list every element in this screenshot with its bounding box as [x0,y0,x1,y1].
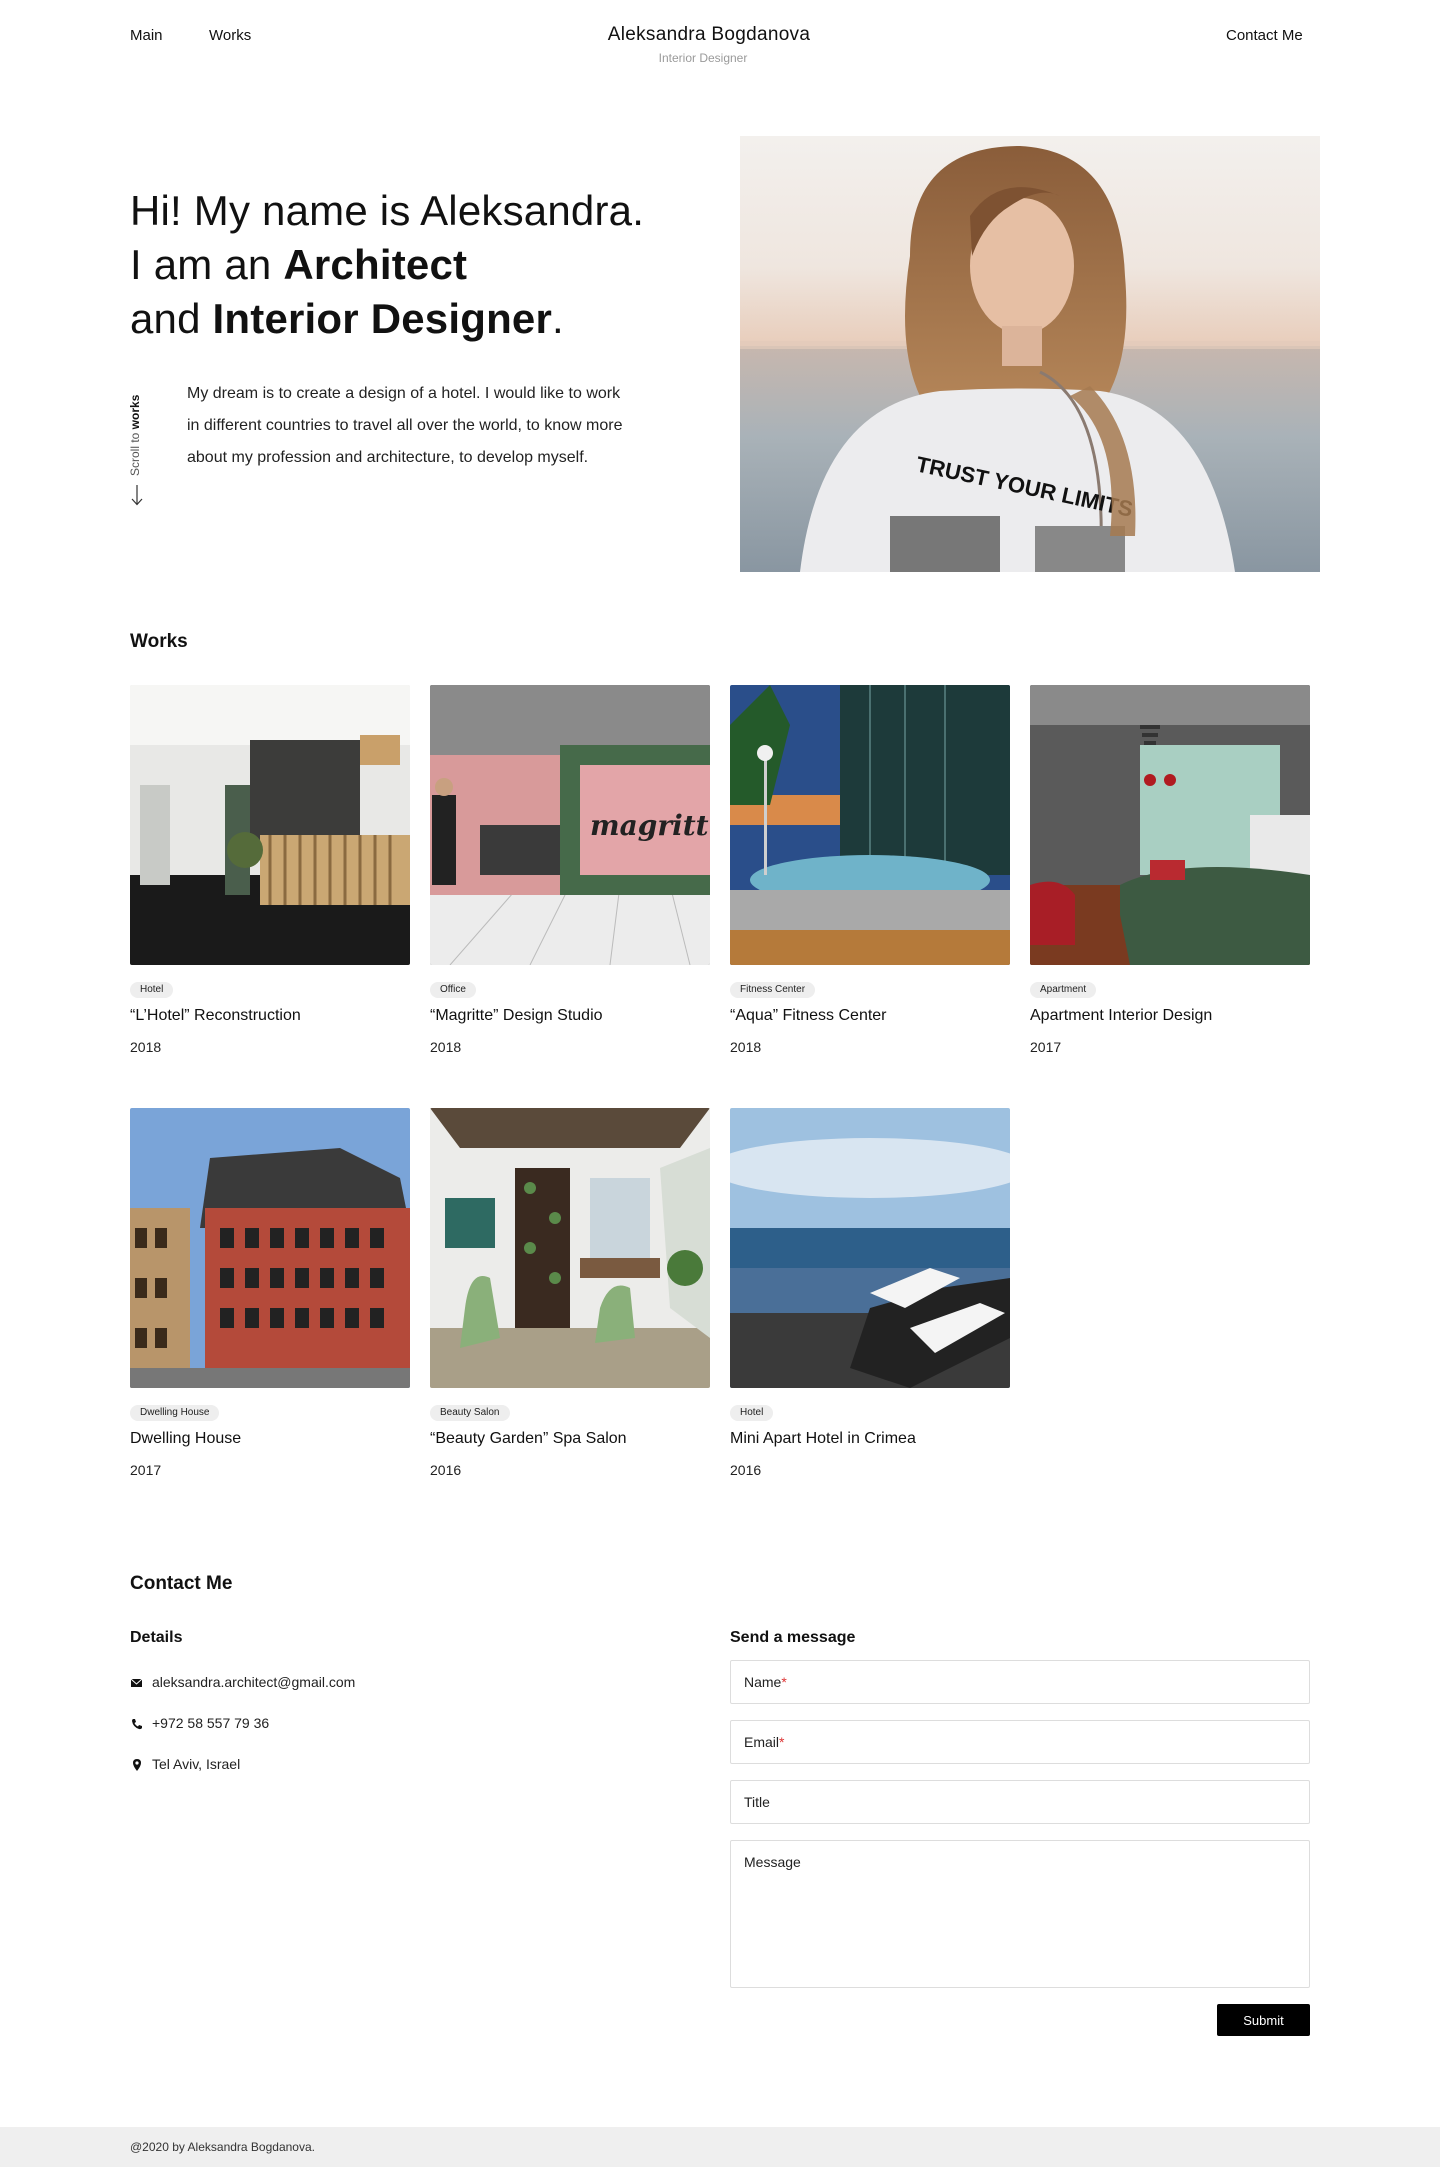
contact-phone[interactable]: +972 58 557 79 36 [152,1715,269,1731]
map-pin-icon [133,1759,141,1771]
scroll-label-prefix: Scroll to [128,429,142,476]
name-field-label: Name* [744,1674,787,1690]
work-tag: Dwelling House [130,1405,220,1421]
scroll-to-works[interactable]: Scroll to works [128,380,148,510]
phone-icon [132,1719,142,1730]
name-field[interactable]: Name* [730,1660,1310,1704]
hero-designer-word: Interior Designer [212,295,553,342]
send-message-heading: Send a message [730,1629,856,1646]
email-label-text: Email [744,1734,780,1750]
name-label-text: Name [744,1674,782,1690]
portrait-illustration: TRUST YOUR LIMITS [740,146,1320,572]
hero-line-2-prefix: I am an [130,241,284,288]
contact-heading: Contact Me [130,1573,233,1594]
work-tag: Hotel [730,1405,774,1421]
hero-line-3-suffix: . [552,295,564,342]
portrait-photo: TRUST YOUR LIMITS [740,136,1320,572]
work-tag: Hotel [130,982,174,998]
work-image-dwelling-house[interactable] [130,1108,410,1388]
work-title[interactable]: Dwelling House [130,1430,241,1448]
contact-location: Tel Aviv, Israel [152,1756,241,1772]
arrow-down-icon [131,485,143,506]
work-image-mini-apart-hotel[interactable] [730,1108,1010,1388]
work-image-aqua[interactable] [730,685,1010,965]
work-year: 2017 [130,1462,162,1478]
hero-description: My dream is to create a design of a hote… [187,385,623,466]
hero-line-1: Hi! My name is Aleksandra. [130,187,645,234]
work-image-beauty-garden[interactable] [430,1108,710,1388]
work-tag: Apartment [1030,982,1097,998]
contact-email[interactable]: aleksandra.architect@gmail.com [152,1674,355,1690]
envelope-icon [130,1678,143,1687]
nav-contact-link[interactable]: Contact Me [1226,27,1303,44]
hero-heading: Hi! My name is Aleksandra. I am an Archi… [130,184,644,346]
email-field[interactable]: Email* [730,1720,1310,1764]
scroll-label-bold: works [128,394,142,430]
work-tag: Fitness Center [730,982,816,998]
message-field-label: Message [744,1854,801,1870]
works-heading: Works [130,631,188,652]
brand-name[interactable]: Aleksandra Bogdanova [0,24,1418,46]
work-year: 2018 [730,1039,762,1055]
name-required-mark: * [781,1674,787,1690]
work-title[interactable]: Apartment Interior Design [1030,1007,1212,1025]
title-field-label: Title [744,1794,770,1810]
submit-button[interactable]: Submit [1217,2004,1310,2036]
work-image-magritte[interactable]: magritt [430,685,710,965]
email-field-label: Email* [744,1734,784,1750]
work-image-apartment[interactable] [1030,685,1310,965]
site-footer: @2020 by Aleksandra Bogdanova. [0,2127,1440,2167]
work-tag: Office [430,982,476,998]
work-tag: Beauty Salon [430,1405,510,1421]
work-title[interactable]: “Magritte” Design Studio [430,1007,603,1025]
work-title[interactable]: “L’Hotel” Reconstruction [130,1007,301,1025]
hero-architect-word: Architect [283,241,468,288]
details-heading: Details [130,1629,183,1646]
copyright-text: @2020 by Aleksandra Bogdanova. [130,2140,315,2154]
brand-subtitle: Interior Designer [658,51,748,65]
work-image-lhotel[interactable] [130,685,410,965]
hero-line-3-prefix: and [130,295,213,342]
scroll-label: Scroll to works [128,380,148,476]
work-year: 2017 [1030,1039,1062,1055]
title-field[interactable]: Title [730,1780,1310,1824]
work-title[interactable]: “Aqua” Fitness Center [730,1007,887,1025]
work-year: 2016 [430,1462,462,1478]
message-field[interactable]: Message [730,1840,1310,1988]
site-header: Main Works Aleksandra Bogdanova Interior… [0,0,1440,80]
work-title[interactable]: Mini Apart Hotel in Crimea [730,1430,916,1448]
work-year: 2018 [130,1039,162,1055]
magritte-sign-text: magritt [590,809,709,842]
work-year: 2018 [430,1039,462,1055]
email-required-mark: * [779,1734,785,1750]
work-year: 2016 [730,1462,762,1478]
work-title[interactable]: “Beauty Garden” Spa Salon [430,1430,627,1448]
